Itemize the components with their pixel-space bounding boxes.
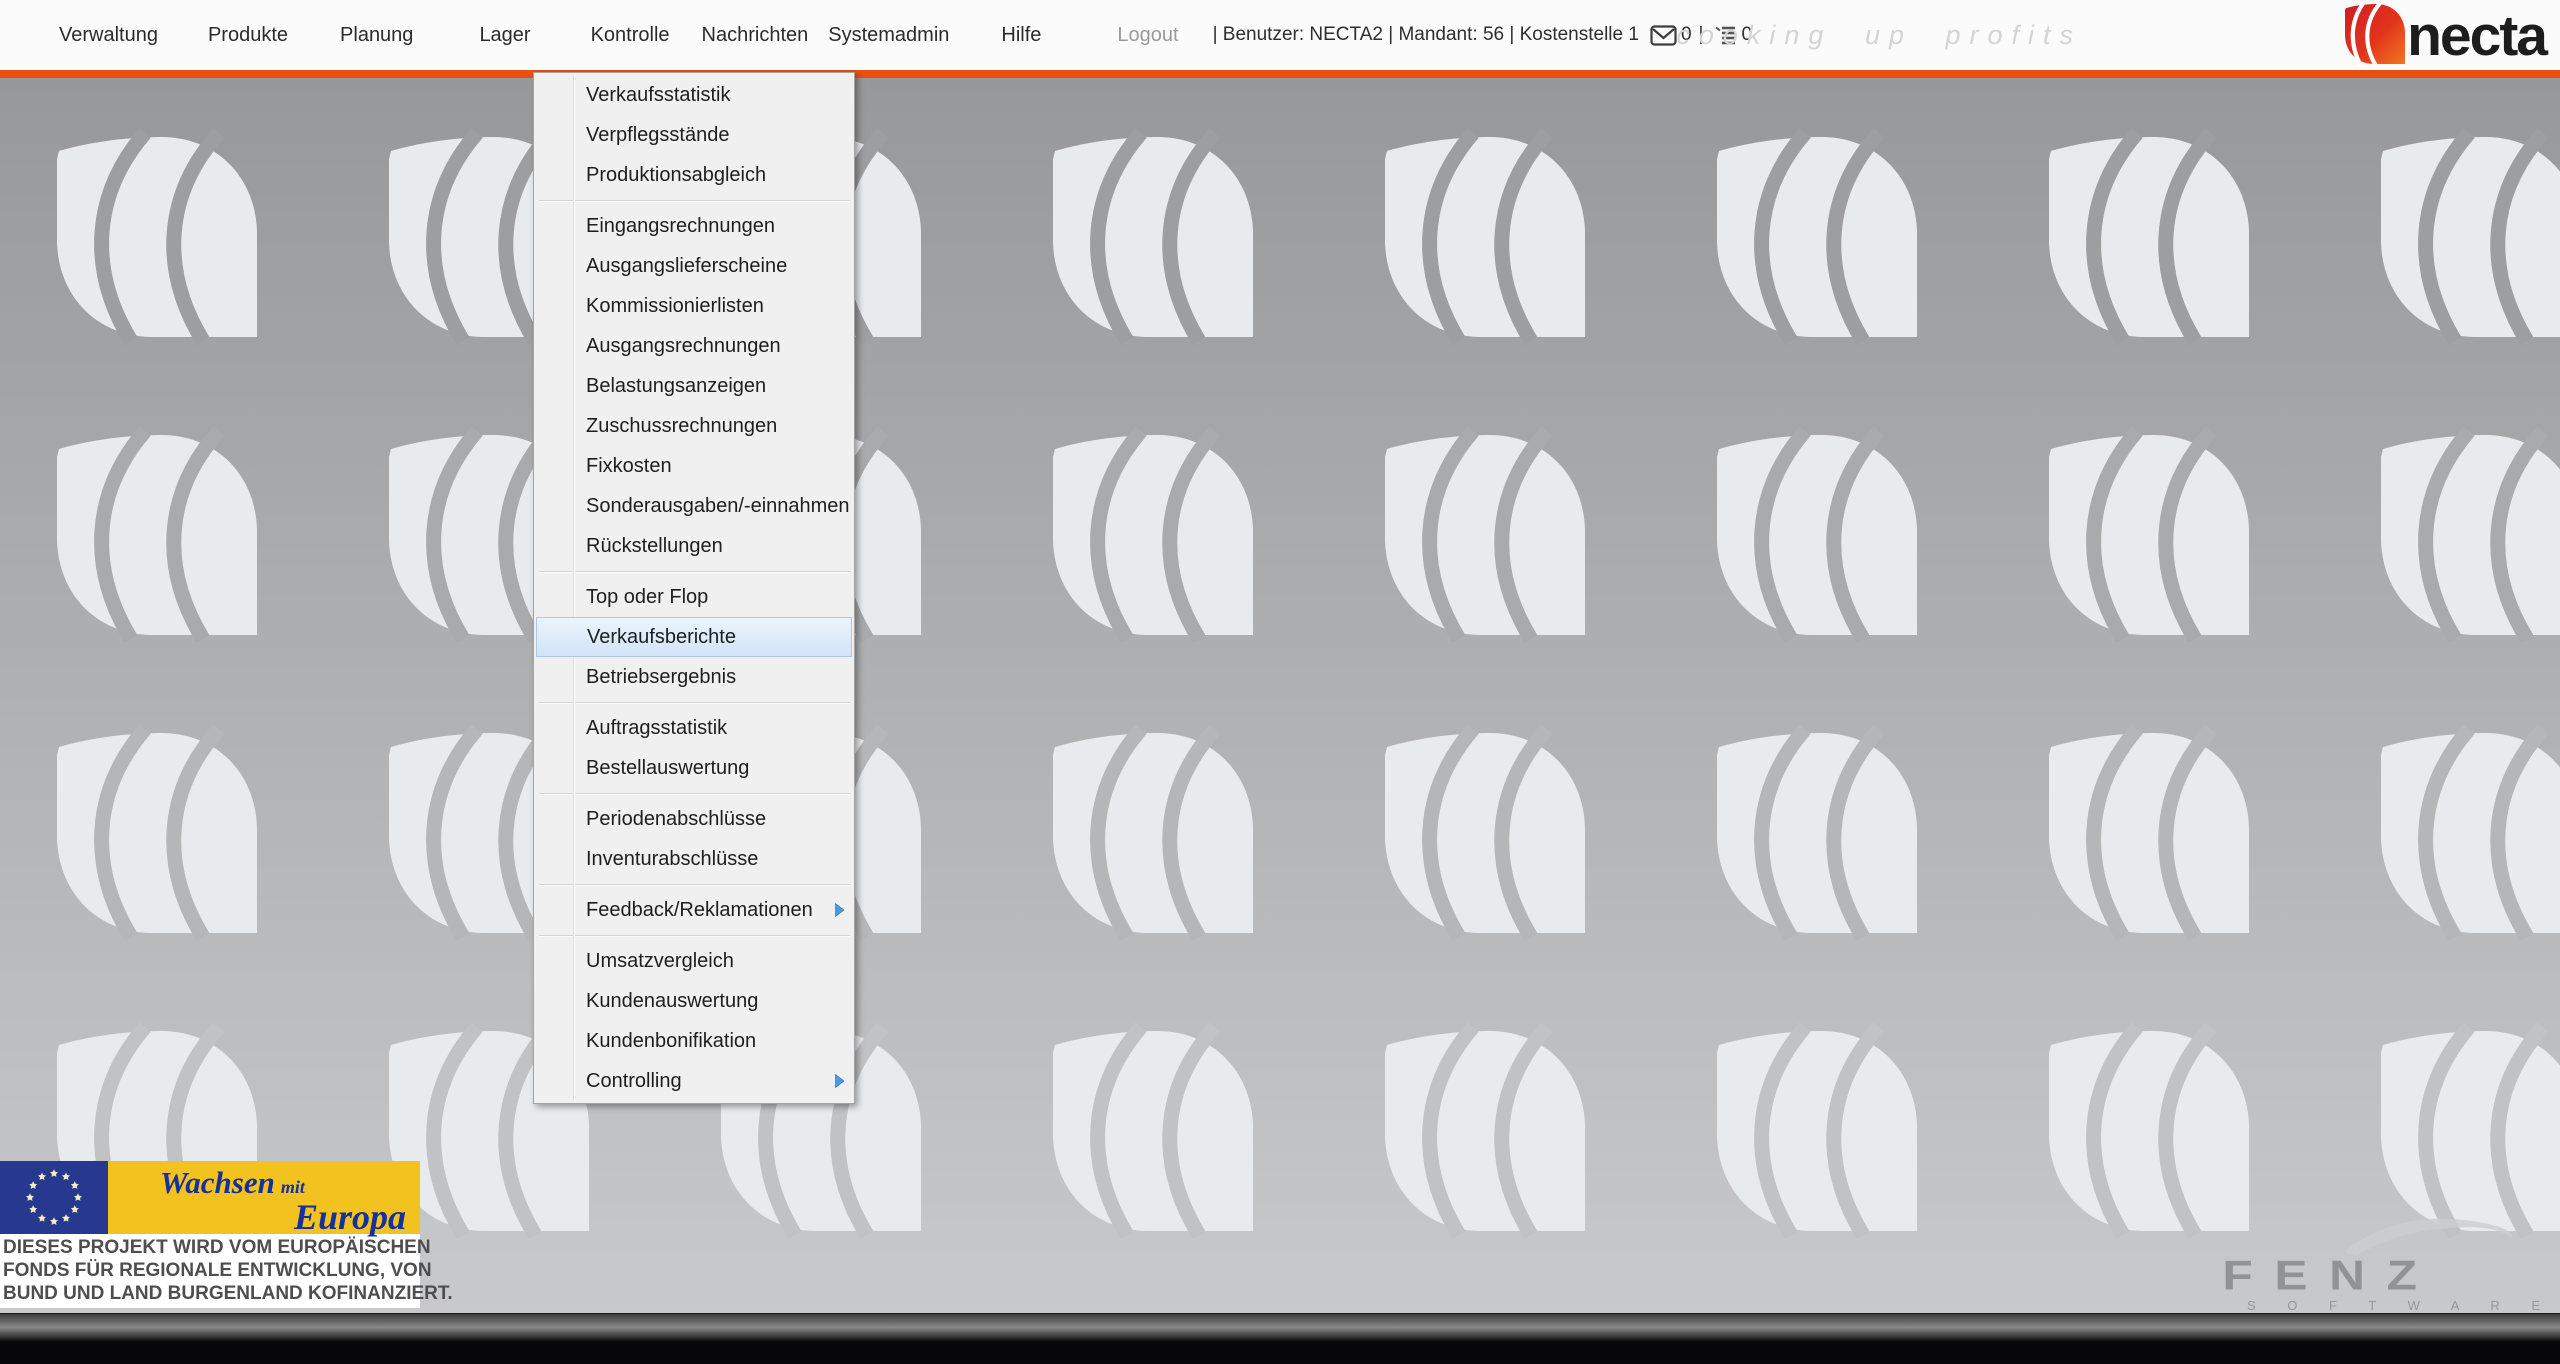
dropdown-item-label: Produktionsabgleich — [586, 164, 766, 186]
eu-caption-line: BUND UND LAND BURGENLAND KOFINANZIERT. — [3, 1282, 415, 1305]
dropdown-separator — [539, 702, 850, 704]
dropdown-separator — [539, 200, 850, 202]
eu-title-mit: mit — [281, 1177, 305, 1197]
submenu-arrow-icon — [835, 1074, 845, 1088]
dropdown-item-verkaufsberichte[interactable]: Verkaufsberichte — [536, 617, 852, 657]
dropdown-separator — [539, 935, 850, 937]
eu-title-wachsen: Wachsen — [160, 1165, 275, 1200]
dropdown-item-verpflegsstände[interactable]: Verpflegsstände — [534, 115, 854, 155]
eu-flag-image — [0, 1161, 108, 1234]
eu-title-europa: Europa — [160, 1199, 406, 1235]
dropdown-item-rückstellungen[interactable]: Rückstellungen — [534, 526, 854, 566]
dropdown-item-verkaufsstatistik[interactable]: Verkaufsstatistik — [534, 75, 854, 115]
dropdown-item-zuschussrechnungen[interactable]: Zuschussrechnungen — [534, 406, 854, 446]
accent-divider — [0, 70, 2560, 78]
dropdown-item-label: Controlling — [586, 1070, 682, 1092]
dropdown-item-ausgangsrechnungen[interactable]: Ausgangsrechnungen — [534, 326, 854, 366]
dropdown-item-label: Verpflegsstände — [586, 124, 729, 146]
dropdown-item-label: Betriebsergebnis — [586, 666, 736, 688]
dropdown-item-controlling[interactable]: Controlling — [534, 1061, 854, 1101]
dropdown-separator — [539, 571, 850, 573]
dropdown-item-top-oder-flop[interactable]: Top oder Flop — [534, 577, 854, 617]
dropdown-item-betriebsergebnis[interactable]: Betriebsergebnis — [534, 657, 854, 697]
dropdown-item-label: Kundenbonifikation — [586, 1030, 756, 1052]
fenz-subtitle: S O F T W A R E — [2247, 1298, 2554, 1313]
dropdown-item-label: Bestellauswertung — [586, 757, 749, 779]
fenz-watermark: FENZ S O F T W A R E — [2247, 1250, 2554, 1313]
menubar-item-planung[interactable]: Planung — [340, 24, 413, 47]
dropdown-item-label: Verkaufsstatistik — [586, 84, 731, 106]
dropdown-item-label: Ausgangslieferscheine — [586, 255, 787, 277]
dropdown-item-label: Auftragsstatistik — [586, 717, 727, 739]
dropdown-item-periodenabschlüsse[interactable]: Periodenabschlüsse — [534, 799, 854, 839]
dropdown-separator — [539, 793, 850, 795]
app-window: Verwaltung Produkte Planung Lager Kontrolle N… — [0, 0, 2560, 1364]
necta-logo: necta — [2345, 3, 2546, 69]
footer-black-bar — [0, 1341, 2560, 1364]
slogan-text: cooking up profits — [1676, 0, 2082, 70]
dropdown-separator — [539, 884, 850, 886]
menubar-item-lager[interactable]: Lager — [479, 24, 530, 47]
dropdown-item-label: Feedback/Reklamationen — [586, 899, 813, 921]
dropdown-item-label: Zuschussrechnungen — [586, 415, 777, 437]
logout-link[interactable]: Logout — [1117, 24, 1178, 47]
desktop-background: Wachsen mit Europa DIESES PROJEKT WIRD VO… — [0, 78, 2560, 1313]
kontrolle-dropdown-menu: Verkaufsstatistik Verpflegsstände Produkti… — [533, 72, 855, 1104]
mail-icon[interactable] — [1650, 25, 1677, 46]
dropdown-item-eingangsrechnungen[interactable]: Eingangsrechnungen — [534, 206, 854, 246]
eu-caption-line: DIESES PROJEKT WIRD VOM EUROPÄISCHEN — [3, 1236, 415, 1259]
menubar-item-produkte[interactable]: Produkte — [208, 24, 288, 47]
dropdown-item-fixkosten[interactable]: Fixkosten — [534, 446, 854, 486]
dropdown-item-ausgangslieferscheine[interactable]: Ausgangslieferscheine — [534, 246, 854, 286]
dropdown-item-label: Kundenauswertung — [586, 990, 758, 1012]
dropdown-item-label: Eingangsrechnungen — [586, 215, 775, 237]
dropdown-item-label: Verkaufsberichte — [587, 626, 736, 648]
dropdown-item-umsatzvergleich[interactable]: Umsatzvergleich — [534, 941, 854, 981]
dropdown-item-label: Inventurabschlüsse — [586, 848, 758, 870]
dropdown-item-belastungsanzeigen[interactable]: Belastungsanzeigen — [534, 366, 854, 406]
dropdown-item-kundenbonifikation[interactable]: Kundenbonifikation — [534, 1021, 854, 1061]
logo-wordmark: necta — [2407, 8, 2546, 65]
menubar-item-systemadmin[interactable]: Systemadmin — [828, 24, 949, 47]
necta-leaf-icon — [2345, 2, 2405, 71]
menubar-item-hilfe[interactable]: Hilfe — [1001, 24, 1041, 47]
eu-banner-title: Wachsen mit Europa — [108, 1161, 420, 1234]
dropdown-item-label: Umsatzvergleich — [586, 950, 734, 972]
dropdown-item-label: Fixkosten — [586, 455, 672, 477]
dropdown-item-sonderausgaben-einnahmen[interactable]: Sonderausgaben/-einnahmen — [534, 486, 854, 526]
background-leaf-pattern — [0, 78, 2560, 1313]
dropdown-item-feedback-reklamationen[interactable]: Feedback/Reklamationen — [534, 890, 854, 930]
menubar-item-kontrolle[interactable]: Kontrolle — [591, 24, 670, 47]
submenu-arrow-icon — [835, 903, 845, 917]
dropdown-item-label: Kommissionierlisten — [586, 295, 764, 317]
dropdown-item-label: Belastungsanzeigen — [586, 375, 766, 397]
dropdown-item-kundenauswertung[interactable]: Kundenauswertung — [534, 981, 854, 1021]
dropdown-item-kommissionierlisten[interactable]: Kommissionierlisten — [534, 286, 854, 326]
dropdown-item-label: Top oder Flop — [586, 586, 708, 608]
session-info-text: | Benutzer: NECTA2 | Mandant: 56 | Koste… — [1213, 24, 1639, 46]
menubar-item-verwaltung[interactable]: Verwaltung — [59, 24, 158, 47]
dropdown-item-label: Ausgangsrechnungen — [586, 335, 781, 357]
eu-funding-banner: Wachsen mit Europa DIESES PROJEKT WIRD VO… — [0, 1161, 420, 1308]
menubar-item-nachrichten[interactable]: Nachrichten — [702, 24, 809, 47]
dropdown-item-bestellauswertung[interactable]: Bestellauswertung — [534, 748, 854, 788]
dropdown-item-inventurabschlüsse[interactable]: Inventurabschlüsse — [534, 839, 854, 879]
dropdown-item-auftragsstatistik[interactable]: Auftragsstatistik — [534, 708, 854, 748]
eu-banner-caption: DIESES PROJEKT WIRD VOM EUROPÄISCHEN FON… — [0, 1234, 420, 1308]
dropdown-item-label: Rückstellungen — [586, 535, 723, 557]
fenz-name: FENZ — [2222, 1255, 2554, 1296]
dropdown-item-label: Sonderausgaben/-einnahmen — [586, 495, 850, 517]
eu-caption-line: FONDS FÜR REGIONALE ENTWICKLUNG, VON — [3, 1259, 415, 1282]
top-menubar: Verwaltung Produkte Planung Lager Kontrolle N… — [0, 0, 2560, 70]
dropdown-item-label: Periodenabschlüsse — [586, 808, 766, 830]
dropdown-item-produktionsabgleich[interactable]: Produktionsabgleich — [534, 155, 854, 195]
main-menu: Verwaltung Produkte Planung Lager Kontrolle N… — [59, 24, 1117, 47]
footer-gradient-bar — [0, 1313, 2560, 1341]
